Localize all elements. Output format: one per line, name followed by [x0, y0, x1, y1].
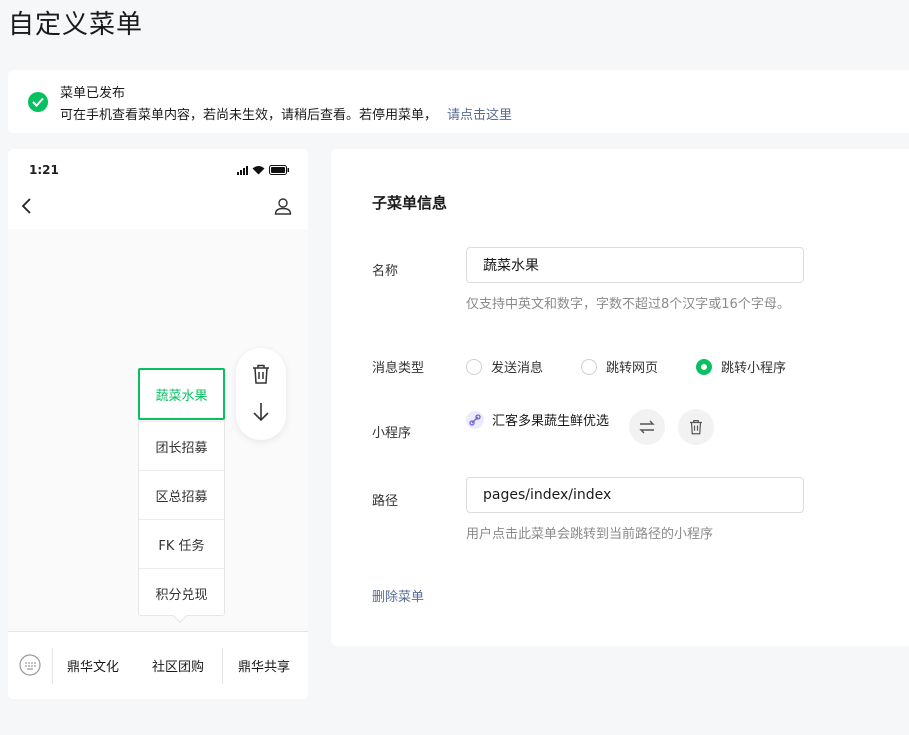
radio-label: 跳转网页	[606, 361, 659, 376]
submenu-item-active[interactable]: 蔬菜水果	[138, 368, 225, 420]
remove-mini-program-button[interactable]	[678, 409, 714, 445]
success-check-icon	[28, 92, 48, 112]
tab-3[interactable]: 鼎华共享	[238, 656, 290, 675]
notice-body: 可在手机查看菜单内容，若尚未生效，请稍后查看。若停用菜单， 请点击这里	[60, 104, 512, 123]
swap-icon	[639, 420, 655, 434]
radio-web-page[interactable]: 跳转网页	[581, 357, 658, 376]
notice-text: 可在手机查看菜单内容，若尚未生效，请稍后查看。若停用菜单，	[60, 108, 438, 123]
tab-divider	[52, 648, 53, 684]
submenu-list: 蔬菜水果 团长招募 区总招募 FK 任务 积分兑现	[138, 368, 225, 624]
mini-program-info: 汇客多果蔬生鲜优选	[466, 410, 609, 429]
delete-menu-link[interactable]: 删除菜单	[372, 586, 424, 605]
back-arrow-icon[interactable]	[20, 197, 34, 215]
name-input[interactable]: 蔬菜水果	[466, 247, 804, 283]
status-time: 1:21	[29, 163, 59, 177]
disable-menu-link[interactable]: 请点击这里	[447, 108, 512, 123]
notice-title: 菜单已发布	[60, 86, 126, 101]
trash-icon[interactable]	[249, 362, 273, 386]
radio-dot	[466, 358, 482, 375]
tab-divider	[222, 648, 223, 684]
name-label: 名称	[372, 264, 399, 279]
tab-1[interactable]: 鼎华文化	[67, 656, 119, 675]
battery-icon	[269, 165, 289, 175]
signal-icon	[237, 166, 248, 175]
status-icons	[237, 165, 290, 175]
radio-label: 发送消息	[491, 361, 544, 376]
page-title: 自定义菜单	[8, 10, 144, 40]
publish-notice: 菜单已发布 可在手机查看菜单内容，若尚未生效，请稍后查看。若停用菜单， 请点击这里	[8, 70, 909, 133]
switch-mini-program-button[interactable]	[629, 409, 665, 445]
tab-2[interactable]: 社区团购	[152, 656, 204, 675]
radio-send-message[interactable]: 发送消息	[466, 357, 543, 376]
phone-preview: 1:21 蔬菜水果 团长招募 区总招募 FK 任务 积分兑现 鼎华文化 社区团购…	[8, 149, 308, 699]
move-down-icon[interactable]	[249, 400, 273, 424]
trash-icon	[690, 420, 702, 435]
submenu-actions	[236, 348, 286, 440]
name-hint: 仅支持中英文和数字，字数不超过8个汉字或16个字母。	[466, 297, 790, 312]
radio-dot-selected	[696, 358, 712, 375]
user-icon[interactable]	[274, 197, 292, 215]
mini-program-label: 小程序	[372, 426, 412, 441]
submenu-item[interactable]: 团长招募	[139, 421, 224, 470]
wifi-icon	[252, 166, 265, 175]
radio-label: 跳转小程序	[721, 361, 787, 376]
radio-mini-program[interactable]: 跳转小程序	[696, 357, 786, 376]
panel-title: 子菜单信息	[372, 194, 448, 212]
path-hint: 用户点击此菜单会跳转到当前路径的小程序	[466, 527, 714, 542]
type-label: 消息类型	[372, 361, 425, 376]
submenu-info-panel: 子菜单信息 名称 蔬菜水果 仅支持中英文和数字，字数不超过8个汉字或16个字母。…	[331, 149, 909, 646]
mini-program-logo-icon	[466, 410, 484, 429]
menu-tabbar: 鼎华文化 社区团购 鼎华共享	[8, 631, 308, 699]
submenu-item[interactable]: FK 任务	[139, 519, 224, 568]
path-label: 路径	[372, 494, 399, 509]
path-input[interactable]: pages/index/index	[466, 477, 804, 513]
radio-dot	[581, 358, 597, 375]
mini-program-name: 汇客多果蔬生鲜优选	[492, 414, 610, 429]
submenu-item[interactable]: 区总招募	[139, 470, 224, 519]
keyboard-icon[interactable]	[19, 654, 41, 676]
